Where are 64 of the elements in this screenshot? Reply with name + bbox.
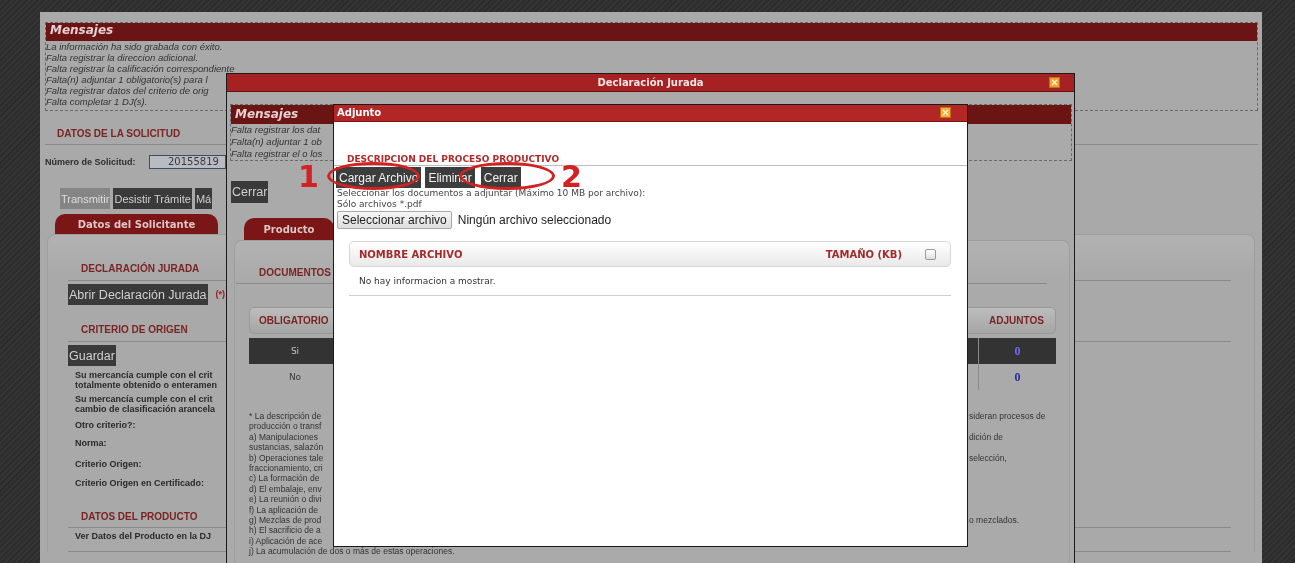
annotation-number: 1 (298, 164, 319, 189)
action-button[interactable]: Cerrar (480, 167, 521, 188)
file-status: Ningún archivo seleccionado (457, 212, 612, 227)
note-text: * La descripción de (249, 411, 322, 422)
message-text: La información ha sido grabada con éxito. (46, 41, 223, 52)
file-type-note: Sólo archivos *.pdf (337, 199, 423, 210)
note-text: sideran procesos de (969, 411, 1046, 422)
message-text: Falta(n) adjuntar 1 ob (231, 136, 322, 148)
table-cell-text: No (287, 372, 303, 382)
note-text: j) La acumulación de dos o más de estas operaciones. (249, 546, 455, 557)
instructions-text: Seleccionar los documentos a adjuntar (Máximo 10 MB por archivo): (337, 188, 647, 199)
note-text: producción o transf (249, 421, 322, 432)
note-text: g) Mezclas de prod (249, 514, 322, 526)
product-data-link[interactable]: Ver Datos del Producto en la DJ (75, 531, 212, 541)
note-text: b) Operaciones tale (249, 452, 324, 463)
action-button[interactable]: Má (194, 188, 213, 209)
note-text: o mezclados. (969, 514, 1020, 526)
choose-file-button[interactable]: Seleccionar archivo (337, 210, 452, 229)
open-declaration-button[interactable]: Abrir Declaración Jurada (68, 284, 208, 305)
save-button[interactable]: Guardar (68, 345, 116, 366)
required-mark: (*) (215, 288, 226, 299)
column-header: NOMBRE ARCHIVO (358, 248, 464, 260)
note-text: a) Manipulaciones (249, 431, 318, 443)
message-text: Falta registrar datos del criterio de orig (46, 85, 209, 96)
field-label: Número de Solicitud: (45, 156, 137, 167)
table-cell: 0 (978, 364, 1056, 390)
message-text: Falta(n) adjuntar 1 obligatorio(s) para l (46, 74, 208, 85)
field-label: Otro criterio?: (75, 419, 136, 431)
section-heading: DESCRIPCION DEL PROCESO PRODUCTIVO (347, 154, 560, 164)
request-number-field[interactable]: 20155819 (149, 154, 226, 169)
note-text: selección, (969, 452, 1007, 463)
note-text: h) El sacrificio de a (249, 525, 321, 536)
message-text: Falta registrar el o los (231, 148, 323, 160)
note-text: sustancias, salazón (249, 442, 324, 453)
annotation-number: 2 (561, 164, 582, 189)
note-text: e) La reunión o divi (249, 494, 322, 505)
column-header: OBLIGATORIO (258, 315, 330, 326)
field-label: Norma: (75, 437, 107, 449)
close-icon[interactable] (940, 107, 951, 118)
column-header: TAMAÑO (KB) (825, 248, 902, 260)
select-all-checkbox[interactable] (925, 248, 936, 260)
column-header: ADJUNTOS (988, 315, 1045, 326)
note-text: d) El embalaje, env (249, 483, 322, 495)
dialog-title: Declaración Jurada (597, 77, 704, 88)
note-text: c) La formación de (249, 473, 320, 484)
table-cell: 0 (978, 338, 1056, 364)
tab[interactable]: Producto (244, 218, 334, 240)
action-button[interactable]: Desistir Trámite (113, 188, 192, 209)
close-icon[interactable] (1049, 77, 1060, 88)
field-label: Criterio Origen en Certificado: (75, 477, 205, 489)
note-text: fraccionamiento, cri (249, 462, 323, 474)
tab[interactable]: Datos del Solicitante (55, 214, 218, 234)
dialog-title: Adjunto (337, 107, 382, 118)
message-text: Falta registrar la calificación correspondiente (46, 63, 235, 74)
close-button[interactable]: Cerrar (231, 181, 269, 203)
message-text: Falta registrar la direccion adicional. (46, 52, 199, 63)
table-cell-text: Si (289, 346, 301, 356)
field-label: Criterio Origen: (75, 458, 142, 470)
question-text: Su mercancía cumple con el crit totalmente obtenido o enteramen (75, 370, 217, 390)
note-text: i) Aplicación de ace (249, 535, 323, 547)
question-text: Su mercancía cumple con el crit cambio de clasificación arancela (75, 394, 216, 414)
messages-title: Mensajes (46, 23, 1257, 41)
note-text: dición de (969, 431, 1004, 443)
message-text: Falta completar 1 DJ(s). (46, 96, 148, 107)
